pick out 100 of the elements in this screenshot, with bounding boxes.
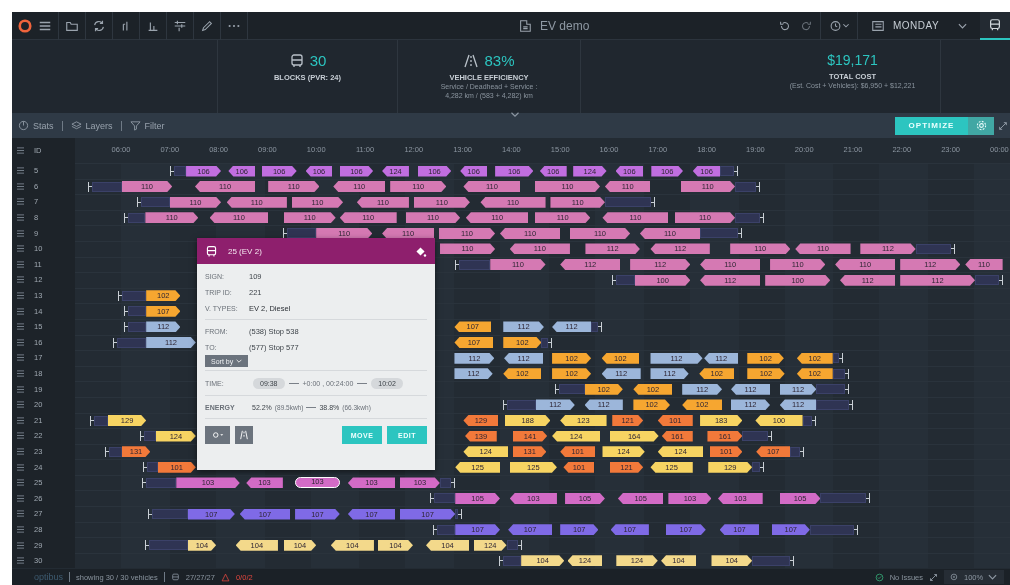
row-handle-icon[interactable] bbox=[17, 401, 24, 409]
block-start-marker bbox=[503, 399, 508, 410]
pull-in-block bbox=[742, 431, 769, 442]
row-handle-icon[interactable] bbox=[17, 292, 24, 300]
pull-in-block bbox=[541, 337, 549, 348]
pull-out-block bbox=[149, 540, 188, 551]
row-handle-icon[interactable] bbox=[17, 323, 24, 331]
list-icon[interactable] bbox=[17, 147, 24, 154]
stat-value: $19,171 bbox=[827, 52, 878, 68]
row-handle-icon[interactable] bbox=[17, 167, 24, 175]
block-end-marker bbox=[844, 384, 849, 395]
row-handle-icon[interactable] bbox=[17, 307, 24, 315]
road-button[interactable] bbox=[235, 426, 253, 444]
row-handle-icon[interactable] bbox=[17, 525, 24, 533]
row-handle-icon[interactable] bbox=[17, 198, 24, 206]
row-handle-icon[interactable] bbox=[17, 432, 24, 440]
paint-bucket-icon[interactable] bbox=[414, 244, 427, 258]
pull-in-block bbox=[915, 243, 952, 254]
row-handle-icon[interactable] bbox=[17, 182, 24, 190]
day-dropdown[interactable]: MONDAY bbox=[865, 12, 973, 40]
block-end-marker bbox=[811, 415, 816, 426]
bus-icon bbox=[988, 17, 1002, 32]
panel-tab[interactable]: Filter bbox=[127, 120, 167, 131]
block-end-marker bbox=[844, 368, 849, 379]
pull-in-block bbox=[816, 384, 845, 395]
pull-in-block bbox=[604, 197, 652, 208]
block-start-marker bbox=[612, 275, 617, 286]
row-handle-icon[interactable] bbox=[17, 245, 24, 253]
filter-icon bbox=[129, 120, 141, 131]
row-handle-icon[interactable] bbox=[17, 276, 24, 284]
row-handle-icon[interactable] bbox=[17, 541, 24, 549]
pull-out-block bbox=[128, 212, 146, 223]
chevron-down-icon bbox=[958, 22, 967, 29]
block-start-marker bbox=[145, 540, 150, 551]
history-icon[interactable] bbox=[828, 18, 850, 33]
row-handle-icon[interactable] bbox=[17, 229, 24, 237]
expand-icon[interactable] bbox=[929, 572, 938, 582]
logo-icon[interactable] bbox=[18, 18, 32, 33]
row-handle-icon[interactable] bbox=[17, 214, 24, 222]
optimize-settings-button[interactable] bbox=[968, 116, 994, 135]
block-end-marker bbox=[457, 509, 462, 520]
row-handle-icon[interactable] bbox=[17, 385, 24, 393]
row-handle-icon[interactable] bbox=[17, 448, 24, 455]
pull-out-block bbox=[141, 197, 170, 208]
panel-tab[interactable]: Layers bbox=[68, 120, 115, 131]
bus-tab[interactable] bbox=[980, 12, 1010, 40]
block-start-marker bbox=[169, 166, 174, 176]
block-end-marker bbox=[951, 243, 956, 254]
layers-icon bbox=[70, 120, 82, 131]
pull-out-block bbox=[143, 431, 156, 442]
pull-out-block bbox=[146, 462, 158, 473]
pull-out-block bbox=[108, 446, 122, 457]
block-start-marker bbox=[87, 181, 92, 192]
block-start-marker bbox=[124, 306, 129, 317]
options-dropdown-button[interactable] bbox=[205, 426, 230, 444]
row-handle-icon[interactable] bbox=[17, 338, 24, 346]
block-end-marker bbox=[866, 493, 871, 504]
row-handle-icon[interactable] bbox=[17, 370, 24, 377]
pull-out-block bbox=[91, 181, 122, 192]
row-handle-icon[interactable] bbox=[17, 463, 24, 471]
pull-in-block bbox=[735, 212, 760, 223]
row-handle-icon[interactable] bbox=[17, 260, 24, 268]
row-handle-icon[interactable] bbox=[17, 557, 24, 565]
brand-logo-text: optibus bbox=[34, 572, 64, 582]
block-end-marker bbox=[759, 462, 764, 473]
pencil-icon[interactable] bbox=[200, 18, 214, 33]
panel-tab[interactable]: Stats bbox=[16, 120, 56, 131]
stats-icon bbox=[18, 120, 29, 131]
block-end-marker bbox=[849, 399, 853, 410]
row-handle-icon[interactable] bbox=[17, 354, 24, 362]
block-end-marker bbox=[768, 431, 773, 442]
block-start-marker bbox=[432, 524, 437, 535]
road-icon bbox=[463, 52, 480, 69]
row-handle-icon[interactable] bbox=[17, 479, 24, 487]
pull-out-block bbox=[459, 259, 491, 270]
row-handle-icon[interactable] bbox=[17, 510, 24, 518]
pull-in-block bbox=[809, 524, 854, 535]
pull-out-block bbox=[616, 275, 635, 286]
bus-icon bbox=[205, 244, 218, 258]
sliders-icon[interactable] bbox=[173, 18, 187, 33]
pull-out-block bbox=[151, 509, 188, 520]
warning-icon bbox=[220, 572, 230, 582]
block-end-marker bbox=[651, 197, 656, 208]
pull-in-block bbox=[802, 415, 812, 426]
row-handle-icon[interactable] bbox=[17, 494, 24, 502]
pull-out-block bbox=[507, 399, 536, 410]
collapse-handle-icon[interactable] bbox=[508, 111, 522, 118]
block-start-marker bbox=[142, 462, 147, 473]
road-icon bbox=[238, 430, 250, 440]
pull-out-block bbox=[173, 166, 187, 176]
expand-icon[interactable] bbox=[998, 120, 1008, 131]
bus-icon bbox=[170, 572, 180, 582]
block-start-marker bbox=[104, 446, 109, 457]
row-handle-icon[interactable] bbox=[17, 416, 24, 424]
block-start-marker bbox=[137, 197, 142, 208]
pull-out-block bbox=[503, 555, 522, 566]
pull-in-block bbox=[832, 353, 840, 364]
pull-out-block bbox=[146, 477, 177, 488]
block-start-marker bbox=[124, 321, 129, 332]
block-end-marker bbox=[998, 275, 1003, 286]
